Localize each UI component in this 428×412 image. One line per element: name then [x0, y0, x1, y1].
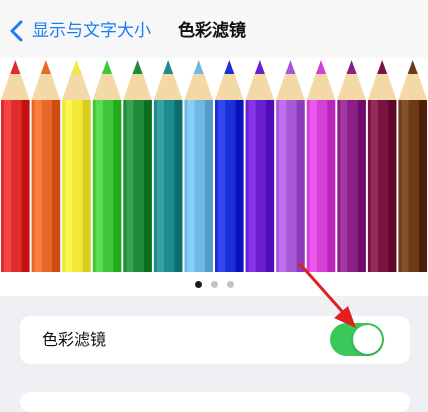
pencil	[153, 60, 183, 272]
pencil	[276, 60, 305, 272]
back-button[interactable]: 显示与文字大小	[32, 20, 151, 42]
page-title: 色彩滤镜	[178, 21, 246, 41]
pencil	[31, 60, 61, 272]
pencil	[337, 60, 366, 272]
pencil	[123, 60, 152, 272]
pencil	[398, 60, 427, 272]
next-cell	[20, 392, 410, 412]
color-pencils-image	[1, 60, 427, 272]
color-filter-label: 色彩滤镜	[42, 330, 107, 349]
chevron-left-icon[interactable]	[8, 20, 26, 42]
pencil	[62, 60, 91, 272]
page-dot[interactable]	[194, 280, 202, 288]
pencil	[215, 60, 244, 272]
color-filter-cell: 色彩滤镜	[20, 316, 410, 364]
pencil	[1, 60, 30, 272]
color-filter-toggle[interactable]	[330, 323, 384, 356]
toggle-knob	[353, 325, 382, 354]
page-indicator[interactable]	[0, 272, 428, 296]
pencil	[92, 60, 122, 272]
color-filter-preview[interactable]	[0, 58, 428, 272]
navigation-bar: 显示与文字大小 色彩滤镜	[0, 0, 428, 58]
pencil	[245, 60, 275, 272]
pencil	[184, 60, 213, 272]
pencil	[367, 60, 397, 272]
page-dot[interactable]	[226, 280, 234, 288]
page-dot[interactable]	[210, 280, 218, 288]
pencil	[306, 60, 336, 272]
